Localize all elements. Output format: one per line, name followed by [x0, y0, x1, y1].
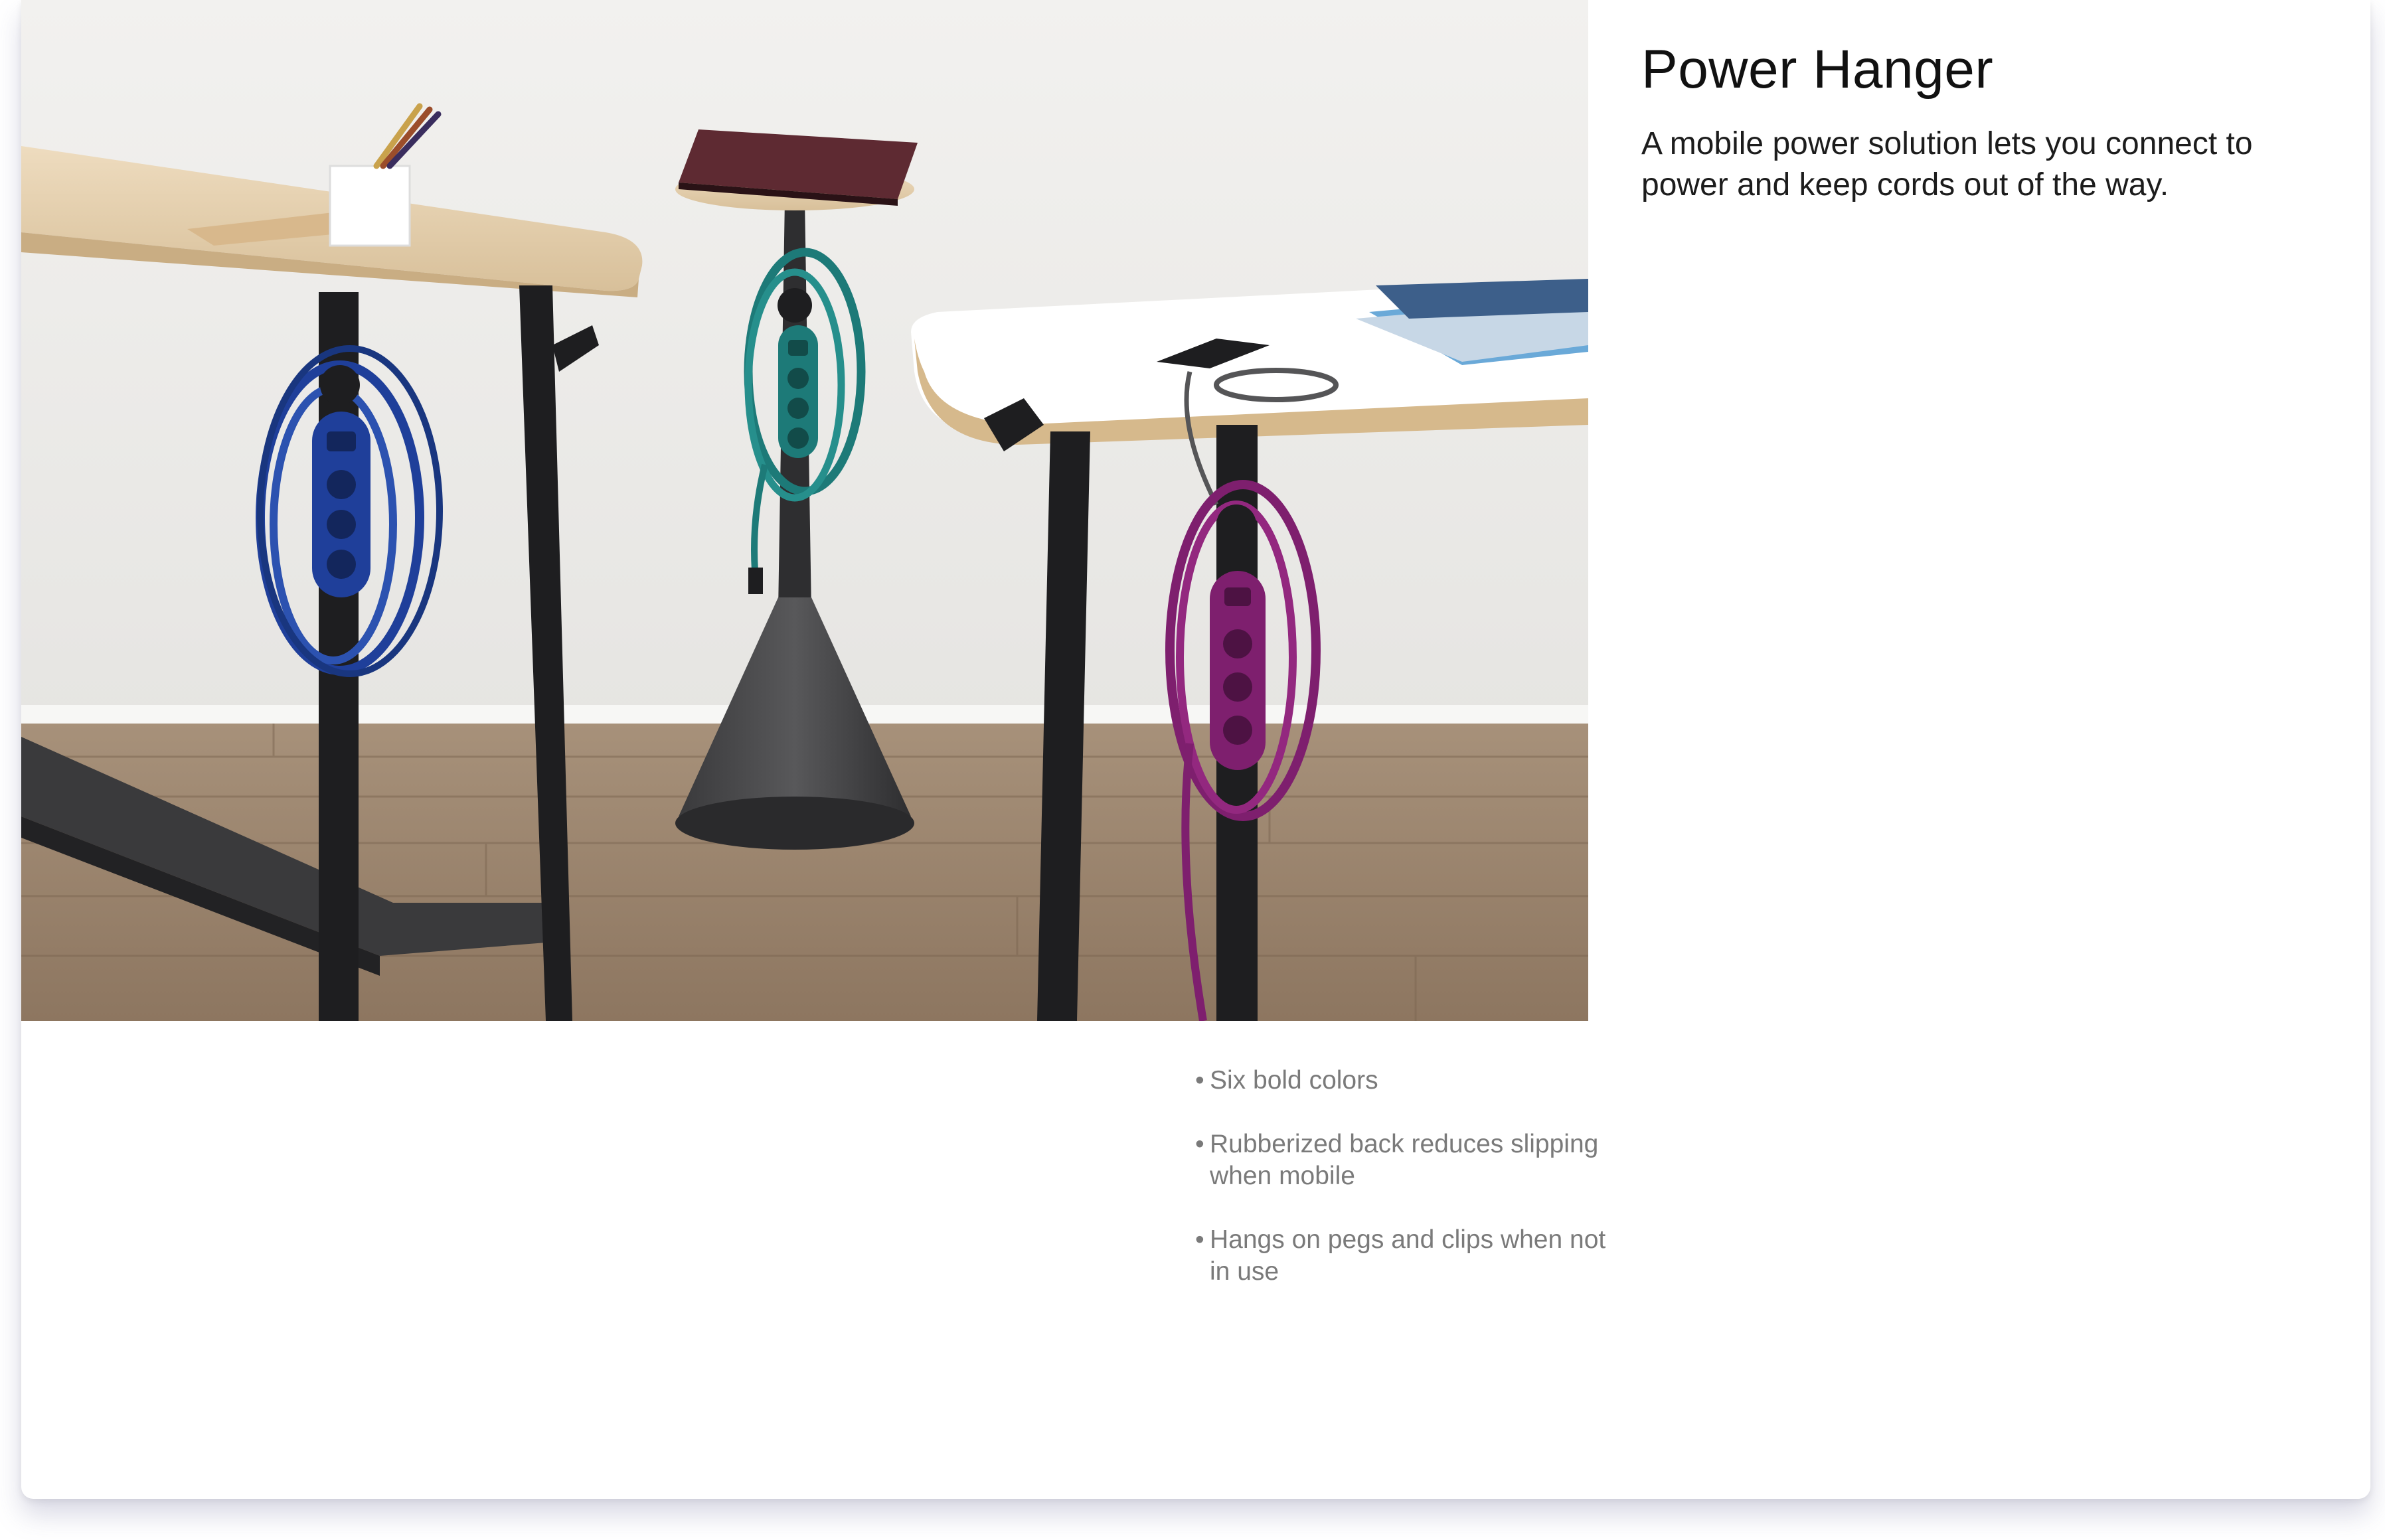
feature-text: Hangs on pegs and clips when not in use [1210, 1225, 1606, 1286]
product-title: Power Hanger [1641, 39, 1994, 100]
product-photo [21, 0, 1588, 1021]
product-photo-illustration [21, 0, 1588, 1021]
bullet-marker: • [1195, 1066, 1204, 1095]
feature-item: • Six bold colors [1195, 1065, 1620, 1097]
feature-text: Rubberized back reduces slipping when mo… [1210, 1130, 1599, 1190]
feature-item: • Hangs on pegs and clips when not in us… [1195, 1224, 1620, 1288]
feature-list: • Six bold colors • Rubberized back redu… [1195, 1065, 1620, 1320]
bullet-marker: • [1195, 1130, 1204, 1158]
feature-item: • Rubberized back reduces slipping when … [1195, 1128, 1620, 1192]
product-description: A mobile power solution lets you connect… [1641, 126, 2253, 202]
bullet-marker: • [1195, 1225, 1204, 1254]
product-card: Power Hanger A mobile power solution let… [21, 0, 2370, 1499]
feature-text: Six bold colors [1210, 1066, 1378, 1095]
